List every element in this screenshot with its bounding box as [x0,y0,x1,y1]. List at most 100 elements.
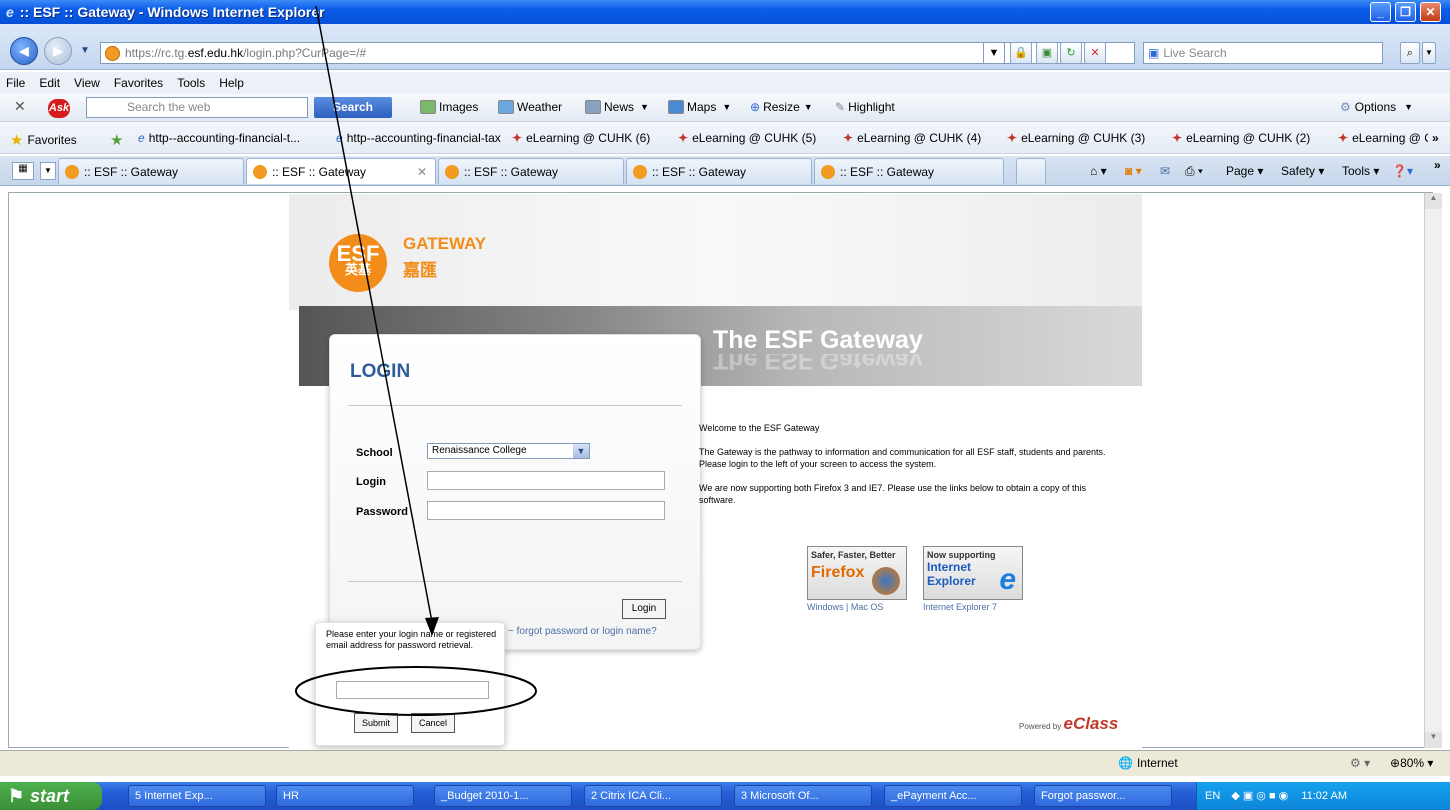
menu-favorites[interactable]: Favorites [114,76,163,90]
zoom-control[interactable]: ⊕80% ▾ [1390,756,1433,770]
tab-4[interactable]: :: ESF :: Gateway [626,158,812,184]
compatibility-icon[interactable]: ▣ [1036,42,1058,64]
favorite-link-5[interactable]: ✦ eLearning @ CUHK (4) [843,131,981,145]
tab-1[interactable]: :: ESF :: Gateway [58,158,244,184]
ie-badge-tagline: Now supporting [927,550,996,560]
favorite-link-8[interactable]: ✦eLearning @ CUHK [1338,131,1428,145]
start-button[interactable]: ⚑ start [0,782,102,810]
welcome-heading: Welcome to the ESF Gateway [699,423,820,433]
menu-view[interactable]: View [74,76,100,90]
feeds-icon[interactable]: ◙ ▾ [1125,164,1142,178]
esf-logo[interactable]: ESF 英基 [329,234,387,292]
school-select[interactable]: Renaissance College ▼ [427,443,590,459]
favorite-link-3-label: eLearning @ CUHK (6) [526,131,651,145]
print-icon[interactable]: ⎙ ▾ [1185,164,1203,179]
refresh-icon[interactable]: ↻ [1060,42,1082,64]
address-input[interactable]: https://rc.tg. esf.edu.hk/login.php?CurPa… [100,42,1135,64]
window-title: :: ESF :: Gateway - Windows Internet Exp… [19,4,325,20]
taskbar-item-hr[interactable]: HR [276,785,414,807]
page-menu[interactable]: Page ▾ [1226,164,1263,178]
ask-search-input[interactable]: Search the web [86,97,308,118]
maximize-button[interactable]: ❐ [1395,2,1416,22]
chevron-down-icon[interactable]: ▼ [573,444,589,458]
close-toolbar-icon[interactable]: ✕ [14,98,26,115]
home-icon[interactable]: ⌂ ▾ [1090,164,1107,178]
scroll-down-arrow-icon[interactable]: ▼ [1425,732,1442,748]
taskbar-item-budget[interactable]: _Budget 2010-1... [434,785,572,807]
menu-edit[interactable]: Edit [39,76,60,90]
tab-2-active[interactable]: :: ESF :: Gateway ✕ [246,158,436,184]
protected-mode-icon[interactable]: ⚙ ▾ [1350,756,1370,770]
quick-tabs-icon[interactable]: ▦ [12,162,34,180]
security-zone[interactable]: 🌐 Internet [1118,756,1178,770]
stop-icon[interactable]: ✕ [1084,42,1106,64]
password-input[interactable] [427,501,665,520]
resize-button[interactable]: ⊕ Resize ▼ [750,100,813,114]
favorite-link-7[interactable]: ✦ eLearning @ CUHK (2) [1172,131,1310,145]
favorites-button[interactable]: ★ Favorites [10,131,77,149]
taskbar-item-ie[interactable]: 5 Internet Exp... [128,785,266,807]
new-tab-button[interactable] [1016,158,1046,184]
favorite-link-4[interactable]: ✦ eLearning @ CUHK (5) [678,131,816,145]
favorite-link-6[interactable]: ✦ eLearning @ CUHK (3) [1007,131,1145,145]
taskbar-item-forgot[interactable]: Forgot passwor... [1034,785,1172,807]
banner-reflection: The ESF Gateway [713,354,923,374]
firefox-badge[interactable]: Safer, Faster, Better Firefox [807,546,907,600]
ie7-download-link[interactable]: Internet Explorer 7 [923,602,997,612]
favorites-overflow-chevron-icon[interactable]: » [1432,131,1439,145]
address-dropdown[interactable]: ▼ [983,42,1005,64]
taskbar-item-epayment[interactable]: _ePayment Acc... [884,785,1022,807]
close-tab-icon[interactable]: ✕ [417,165,427,179]
ask-logo[interactable]: Ask [48,99,70,118]
safety-menu[interactable]: Safety ▾ [1281,164,1324,178]
favorite-link-3[interactable]: ✦ eLearning @ CUHK (6) [512,131,650,145]
login-divider-top [348,405,682,406]
firefox-download-links[interactable]: Windows | Mac OS [807,602,883,612]
command-overflow-chevron-icon[interactable]: » [1434,158,1441,172]
add-favorites-icon[interactable]: ★ [110,131,127,149]
news-button[interactable]: News ▼ [585,100,649,114]
maps-button[interactable]: Maps ▼ [668,100,731,114]
taskbar-item-office[interactable]: 3 Microsoft Of... [734,785,872,807]
cancel-button[interactable]: Cancel [411,713,455,733]
school-label: School [356,447,393,459]
search-options-dropdown[interactable]: ▼ [1422,42,1436,64]
forward-button[interactable]: ▶ [44,37,72,65]
menu-file[interactable]: File [6,76,25,90]
menu-tools[interactable]: Tools [177,76,205,90]
tab-5[interactable]: :: ESF :: Gateway [814,158,1004,184]
retrieval-input[interactable] [336,681,489,699]
scroll-up-arrow-icon[interactable]: ▲ [1425,193,1442,209]
recent-pages-dropdown[interactable]: ▼ [80,45,90,56]
weather-button[interactable]: Weather [498,100,562,114]
favorite-link-1[interactable]: e http--accounting-financial-t... [138,131,300,145]
images-button[interactable]: Images [420,100,478,114]
vertical-scrollbar[interactable]: ▲ ▼ [1424,193,1442,748]
ask-search-button[interactable]: Search [314,97,392,118]
ie-badge[interactable]: Now supporting Internet Explorer e [923,546,1023,600]
eclass-logo[interactable]: eClass [1063,714,1118,733]
language-indicator[interactable]: EN [1205,790,1220,802]
tray-icons[interactable]: ◆ ▣ ◎ ■ ◉ [1231,790,1288,802]
highlight-button[interactable]: ✎ Highlight [835,100,895,114]
lock-icon[interactable]: 🔒 [1010,42,1032,64]
forgot-password-link[interactable]: ~ forgot password or login name? [508,626,657,637]
back-button[interactable]: ◀ [10,37,38,65]
login-input[interactable] [427,471,665,490]
help-icon[interactable]: ❓▾ [1392,164,1413,178]
live-search-input[interactable]: ▣ Live Search [1143,42,1383,64]
tools-menu[interactable]: Tools ▾ [1342,164,1379,178]
submit-button[interactable]: Submit [354,713,398,733]
tab-3[interactable]: :: ESF :: Gateway [438,158,624,184]
taskbar-item-citrix[interactable]: 2 Citrix ICA Cli... [584,785,722,807]
login-button[interactable]: Login [622,599,666,619]
options-button[interactable]: ⚙ Options ▼ [1340,100,1413,114]
close-button[interactable]: ✕ [1420,2,1441,22]
clock[interactable]: 11:02 AM [1301,790,1347,802]
menu-help[interactable]: Help [219,76,244,90]
tab-list-dropdown[interactable]: ▼ [40,162,56,180]
mail-icon[interactable]: ✉ [1160,164,1170,178]
favorite-link-2[interactable]: e http--accounting-financial-tax [336,131,501,145]
search-icon[interactable]: ⌕ [1400,42,1420,64]
minimize-button[interactable]: _ [1370,2,1391,22]
